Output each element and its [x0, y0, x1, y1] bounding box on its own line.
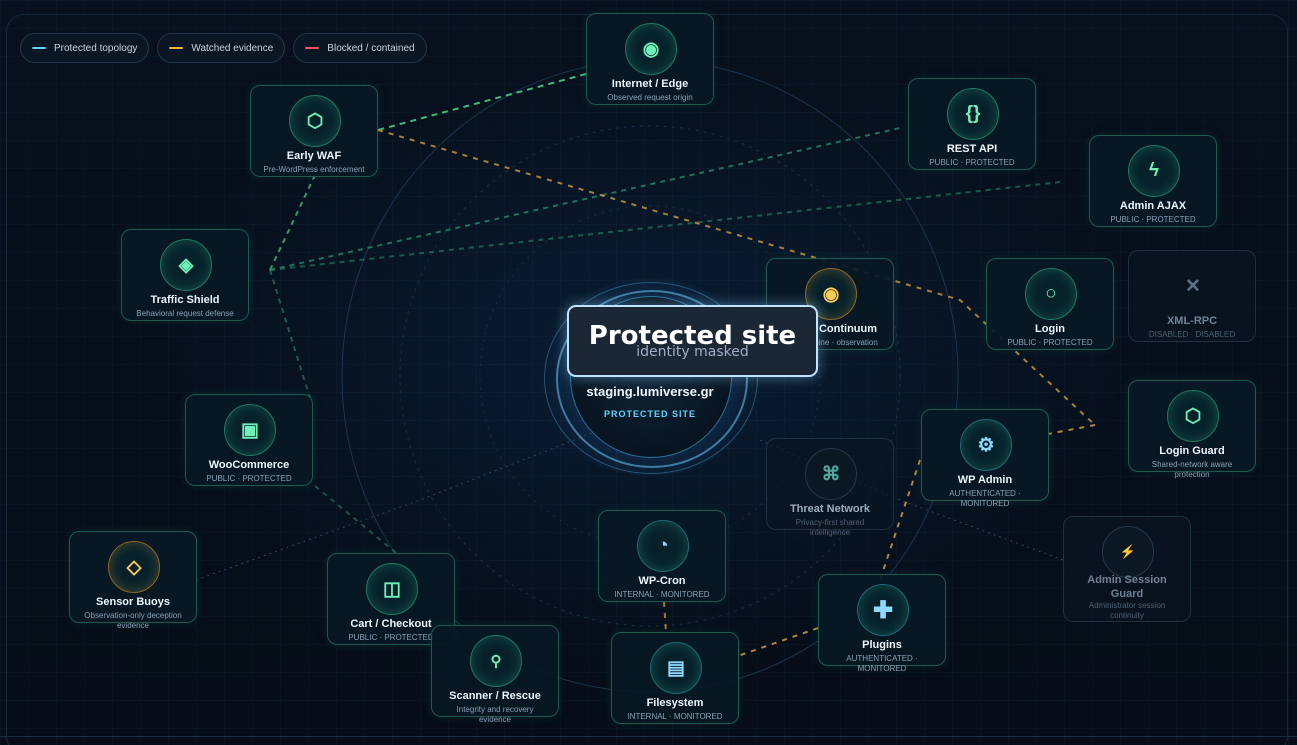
node-subtitle: gine · observation [814, 338, 878, 347]
node-internet-edge[interactable]: ◉ Internet / Edge Observed request origi… [586, 13, 714, 105]
gear-icon: ⚙ [960, 419, 1012, 471]
node-subtitle: INTERNAL · MONITORED [614, 590, 710, 599]
node-plugins[interactable]: ✚ Plugins AUTHENTICATED · MONITORED [818, 574, 946, 673]
node-title: Login Guard [1159, 445, 1225, 457]
diamond-icon: ◈ [160, 239, 212, 291]
legend-label: Blocked / contained [327, 42, 415, 54]
node-title: Continuum [818, 323, 878, 335]
node-title: Traffic Shield [150, 294, 220, 306]
buoy-icon: ◇ [108, 541, 160, 593]
legend-chip-watched[interactable]: Watched evidence [157, 33, 286, 63]
circle-icon: ○ [1025, 268, 1077, 320]
node-subtitle: AUTHENTICATED · MONITORED [949, 489, 1021, 508]
node-subtitle: PUBLIC · PROTECTED [348, 633, 434, 642]
core-status-badge: PROTECTED SITE [603, 409, 696, 419]
node-title: Admin Session Guard [1087, 574, 1167, 600]
node-subtitle: Observation-only deception evidence [84, 611, 182, 630]
legend: Protected topology Watched evidence Bloc… [20, 33, 427, 63]
magnifier-icon: ⚲ [470, 635, 522, 687]
eye-icon: ◉ [625, 23, 677, 75]
tooltip-subtitle: identity masked [636, 344, 749, 360]
node-wp-cron[interactable]: ◔ WP-Cron INTERNAL · MONITORED [598, 510, 726, 602]
network-icon: ⌘ [805, 448, 857, 500]
node-title: REST API [946, 143, 998, 155]
node-subtitle: Administrator session continuity [1088, 601, 1166, 620]
hexagon-icon: ⬡ [1167, 390, 1219, 442]
cart-icon: ◫ [366, 563, 418, 615]
legend-label: Watched evidence [191, 42, 274, 54]
node-threat-network[interactable]: ⌘ Threat Network Privacy-first shared in… [766, 438, 894, 537]
store-icon: ▣ [224, 404, 276, 456]
lightning-icon: ϟ [1128, 145, 1180, 197]
plus-icon: ✚ [857, 584, 909, 636]
node-subtitle: DISABLED · DISABLED [1148, 330, 1236, 339]
clock-icon: ◔ [637, 520, 689, 572]
node-title: WooCommerce [208, 459, 290, 471]
node-sensor-buoys[interactable]: ◇ Sensor Buoys Observation-only deceptio… [69, 531, 197, 630]
core-domain: staging.lumiverse.gr [586, 384, 714, 399]
node-title: Early WAF [286, 150, 342, 162]
node-subtitle: Pre-WordPress enforcement [263, 165, 365, 174]
braces-icon: {} [947, 88, 999, 140]
x-icon: ✕ [1185, 275, 1201, 297]
link-waf-shield [269, 174, 316, 271]
node-subtitle: Privacy-first shared intelligence [795, 518, 865, 537]
node-filesystem[interactable]: ▤ Filesystem INTERNAL · MONITORED [611, 632, 739, 724]
node-subtitle: PUBLIC · PROTECTED [929, 158, 1015, 167]
node-subtitle: PUBLIC · PROTECTED [206, 474, 292, 483]
node-subtitle: PUBLIC · PROTECTED [1007, 338, 1093, 347]
node-admin-session-guard[interactable]: ⚡ Admin Session Guard Administrator sess… [1063, 516, 1191, 622]
node-admin-ajax[interactable]: ϟ Admin AJAX PUBLIC · PROTECTED [1089, 135, 1217, 227]
link-plugins-filesystem [737, 627, 819, 657]
node-subtitle: PUBLIC · PROTECTED [1110, 215, 1196, 224]
node-title: WP Admin [957, 474, 1013, 486]
legend-swatch [305, 47, 320, 49]
file-stack-icon: ▤ [650, 642, 702, 694]
bottom-divider [0, 736, 1297, 737]
node-title: WP-Cron [638, 575, 686, 587]
node-login-guard[interactable]: ⬡ Login Guard Shared-network aware prote… [1128, 380, 1256, 479]
node-subtitle: Integrity and recovery evidence [456, 705, 534, 724]
bolt-icon: ⚡ [1102, 526, 1154, 578]
node-xml-rpc[interactable]: ✕ XML-RPC DISABLED · DISABLED [1128, 250, 1256, 342]
legend-label: Protected topology [54, 42, 138, 54]
node-title: Sensor Buoys [96, 596, 170, 608]
node-title: Plugins [862, 639, 902, 651]
topology-canvas: Protected topology Watched evidence Bloc… [0, 0, 1297, 745]
node-title: Filesystem [646, 697, 704, 709]
link-loginguard-wpadmin [1047, 424, 1096, 435]
link-shield-ajax [269, 181, 1061, 271]
node-traffic-shield[interactable]: ◈ Traffic Shield Behavioral request defe… [121, 229, 249, 321]
link-edge-waf [377, 73, 587, 131]
node-title: XML-RPC [1166, 315, 1218, 327]
node-early-waf[interactable]: ⬡ Early WAF Pre-WordPress enforcement [250, 85, 378, 177]
node-subtitle: Behavioral request defense [136, 309, 234, 318]
node-rest-api[interactable]: {} REST API PUBLIC · PROTECTED [908, 78, 1036, 170]
hexagon-icon: ⬡ [289, 95, 341, 147]
node-scanner-rescue[interactable]: ⚲ Scanner / Rescue Integrity and recover… [431, 625, 559, 724]
node-subtitle: AUTHENTICATED · MONITORED [846, 654, 918, 673]
node-title: Login [1035, 323, 1065, 335]
node-wp-admin[interactable]: ⚙ WP Admin AUTHENTICATED · MONITORED [921, 409, 1049, 508]
legend-chip-protected[interactable]: Protected topology [20, 33, 150, 63]
node-title: Scanner / Rescue [449, 690, 541, 702]
link-woo-cart [314, 485, 401, 557]
node-title: Threat Network [789, 503, 871, 515]
node-title: Internet / Edge [611, 78, 689, 90]
node-login[interactable]: ○ Login PUBLIC · PROTECTED [986, 258, 1114, 350]
node-woocommerce[interactable]: ▣ WooCommerce PUBLIC · PROTECTED [185, 394, 313, 486]
legend-swatch [169, 47, 184, 49]
node-subtitle: INTERNAL · MONITORED [627, 712, 723, 721]
link-shield-woo [269, 269, 311, 399]
legend-swatch [32, 47, 46, 49]
core-tooltip: Protected site identity masked [567, 305, 818, 377]
link-cron-filesystem [663, 601, 667, 633]
legend-chip-blocked[interactable]: Blocked / contained [293, 33, 427, 63]
node-subtitle: Observed request origin [607, 93, 693, 102]
node-subtitle: Shared-network aware protection [1151, 460, 1233, 479]
node-title: Admin AJAX [1119, 200, 1187, 212]
